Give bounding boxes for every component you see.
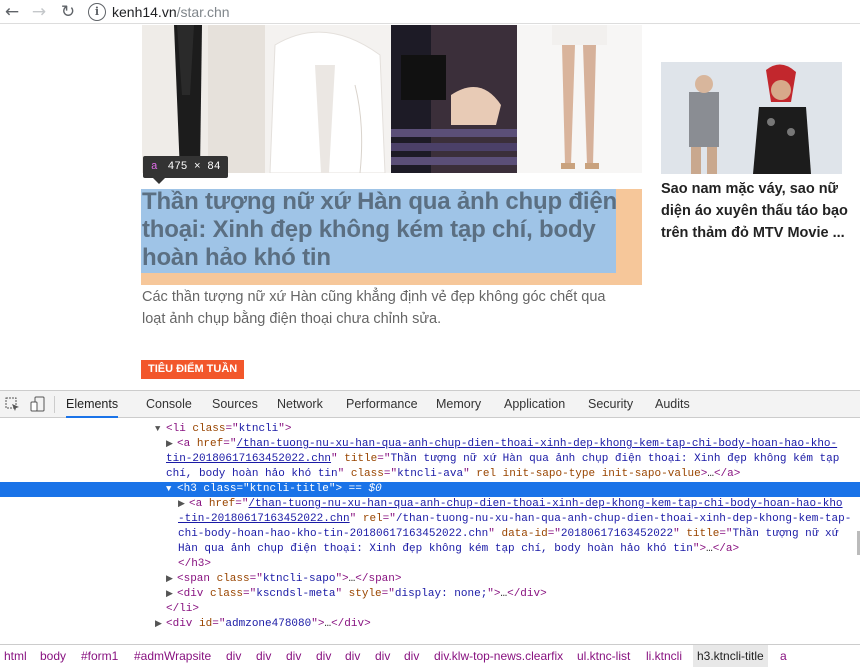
article-summary: Các thần tượng nữ xứ Hàn cũng khẳng định… xyxy=(142,289,606,327)
dom-tree[interactable]: ▼ <li class="ktncli"> ▶ <a href="/than-tuo… xyxy=(0,419,860,643)
article-photo-3[interactable] xyxy=(391,25,517,173)
crumb-admwrapsite[interactable]: #admWrapsite xyxy=(134,645,211,667)
arrow-right-icon[interactable]: → xyxy=(29,2,49,22)
dom-close-h3[interactable]: </h3> xyxy=(0,557,860,572)
breadcrumb: html body #form1 #admWrapsite div div di… xyxy=(0,644,860,667)
tooltip-tag: a xyxy=(151,161,158,173)
info-icon[interactable]: i xyxy=(88,3,106,22)
attr-value: display: none; xyxy=(394,588,488,600)
attr-value: admzone478080 xyxy=(225,618,312,630)
crumb-li-ktncli[interactable]: li.ktncli xyxy=(646,645,682,667)
tag-name: a xyxy=(183,438,191,450)
photo-1-graphic xyxy=(142,25,265,173)
href-link[interactable]: /than-tuong-nu-xu-han-qua-anh-chup-dien-… xyxy=(248,498,842,510)
attr-value: Thần tượng nữ xứ Hàn qua ảnh chụp điện t… xyxy=(390,453,840,465)
url-host: kenh14.vn xyxy=(112,4,177,20)
attr-value: ktncli-sapo xyxy=(262,573,336,585)
crumb-h3-ktncli-title[interactable]: h3.ktncli-title xyxy=(693,645,768,667)
href-link[interactable]: tin-20180617163452022.chn xyxy=(166,453,331,465)
device-toolbar-icon[interactable] xyxy=(30,396,46,412)
attr-value: 20180617163452022 xyxy=(560,528,674,540)
tab-console[interactable]: Console xyxy=(146,391,192,418)
close-tag: </h3> xyxy=(178,558,212,570)
attr-name: rel init-sapo-type init-sapo-value xyxy=(476,468,701,480)
devtools-panel: Elements Console Sources Network Perform… xyxy=(0,390,860,667)
inspect-element-icon[interactable] xyxy=(4,396,20,412)
web-page: Sao nam mặc váy, sao nữ diện áo xuyên th… xyxy=(0,25,860,390)
crumb-a[interactable]: a xyxy=(780,645,787,667)
dom-node-a-title-cont: -tin-20180617163452022.chn" rel="/than-t… xyxy=(178,513,852,525)
attr-value: kscndsl-meta xyxy=(256,588,336,600)
crumb-ul-ktnc-list[interactable]: ul.ktnc-list xyxy=(577,645,630,667)
tab-memory[interactable]: Memory xyxy=(436,391,481,418)
article-photo-1[interactable] xyxy=(142,25,265,173)
dom-node-a-ava[interactable]: ▶ <a href="/than-tuong-nu-xu-han-qua-anh-… xyxy=(0,437,860,452)
browser-toolbar: ← → ↻ i kenh14.vn/star.chn xyxy=(0,0,860,24)
photo-4-graphic xyxy=(517,25,642,173)
href-link[interactable]: /than-tuong-nu-xu-han-qua-anh-chup-dien-… xyxy=(236,438,837,450)
dom-close-li[interactable]: </li> xyxy=(0,602,860,617)
attr-value: /than-tuong-nu-xu-han-qua-anh-chup-dien-… xyxy=(395,513,852,525)
tab-network[interactable]: Network xyxy=(277,391,323,418)
attr-value: chí, body hoàn hảo khó tin xyxy=(166,468,338,480)
href-link[interactable]: -tin-20180617163452022.chn xyxy=(178,513,350,525)
crumb-div[interactable]: div xyxy=(404,645,419,667)
crumb-div[interactable]: div xyxy=(256,645,271,667)
article-headline[interactable]: Thần tượng nữ xứ Hàn qua ảnh chụp điện t… xyxy=(142,188,632,272)
crumb-div[interactable]: div xyxy=(375,645,390,667)
arrow-left-icon[interactable]: ← xyxy=(2,2,22,22)
close-tag: </li> xyxy=(166,603,200,615)
attr-name: class xyxy=(192,423,226,435)
crumb-div[interactable]: div xyxy=(316,645,331,667)
tabbar-divider xyxy=(54,396,55,413)
reload-icon[interactable]: ↻ xyxy=(58,2,78,22)
crumb-div[interactable]: div xyxy=(286,645,301,667)
dom-node-a-title-cont3: Hàn qua ảnh chụp điện thoại: Xinh đẹp kh… xyxy=(178,543,740,555)
section-badge[interactable]: TIÊU ĐIỂM TUẦN xyxy=(141,360,245,379)
crumb-div-top-news[interactable]: div.klw-top-news.clearfix xyxy=(434,645,563,667)
dom-node-li[interactable]: ▼ <li class="ktncli"> xyxy=(0,422,860,437)
dom-node-h3-selected[interactable]: ▼ <h3 class="ktncli-title"> == $0 xyxy=(0,482,860,497)
photo-3-graphic xyxy=(391,25,517,173)
tab-sources[interactable]: Sources xyxy=(212,391,258,418)
dom-node-a-title-cont2: chi-body-hoan-hao-kho-tin-20180617163452… xyxy=(178,528,839,540)
side-article-photo[interactable] xyxy=(661,62,842,174)
side-article-title[interactable]: Sao nam mặc váy, sao nữ diện áo xuyên th… xyxy=(661,178,851,244)
tag-name: li xyxy=(172,423,186,435)
photo-2-graphic xyxy=(265,25,391,173)
attr-value: ktncli-title xyxy=(249,483,329,495)
tab-application[interactable]: Application xyxy=(504,391,565,418)
inspector-tooltip: a 475 × 84 xyxy=(143,156,229,184)
attr-value: ktncli-ava xyxy=(397,468,464,480)
attr-value: Thần tượng nữ xứ xyxy=(732,528,839,540)
tab-audits[interactable]: Audits xyxy=(655,391,690,418)
crumb-html[interactable]: html xyxy=(4,645,27,667)
dom-node-a-ava-cont2: chí, body hoàn hảo khó tin" class="ktncl… xyxy=(166,468,741,480)
dom-node-div-admzone[interactable]: ▶ <div id="admzone478080">…</div> xyxy=(0,617,860,632)
tab-performance[interactable]: Performance xyxy=(346,391,418,418)
crumb-form1[interactable]: #form1 xyxy=(81,645,118,667)
crumb-div[interactable]: div xyxy=(345,645,360,667)
address-bar[interactable]: i kenh14.vn/star.chn xyxy=(88,1,860,23)
side-photo-graphic xyxy=(661,62,842,174)
attr-value: chi-body-hoan-hao-kho-tin-20180617163452… xyxy=(178,528,489,540)
tab-elements[interactable]: Elements xyxy=(66,391,119,418)
url-path: /star.chn xyxy=(176,4,230,20)
attr-value: Hàn qua ảnh chụp điện thoại: Xinh đẹp kh… xyxy=(178,543,693,555)
selected-marker: == $0 xyxy=(348,483,382,495)
tooltip-size: 475 × 84 xyxy=(167,161,221,173)
dom-node-span-sapo[interactable]: ▶ <span class="ktncli-sapo">…</span> xyxy=(0,572,860,587)
tag-name: h3 xyxy=(183,483,197,495)
article-photo-2[interactable] xyxy=(265,25,391,173)
devtools-tabbar: Elements Console Sources Network Perform… xyxy=(0,391,860,418)
attr-value: ktncli xyxy=(238,423,279,435)
dom-node-a-ava-cont: tin-20180617163452022.chn" title="Thần t… xyxy=(166,453,840,465)
tab-security[interactable]: Security xyxy=(588,391,633,418)
crumb-div[interactable]: div xyxy=(226,645,241,667)
article-photo-4[interactable] xyxy=(517,25,642,173)
dom-node-a-title[interactable]: ▶ <a href="/than-tuong-nu-xu-han-qua-anh-… xyxy=(0,497,860,512)
dom-node-div-meta[interactable]: ▶ <div class="kscndsl-meta" style="displa… xyxy=(0,587,860,602)
crumb-body[interactable]: body xyxy=(40,645,66,667)
